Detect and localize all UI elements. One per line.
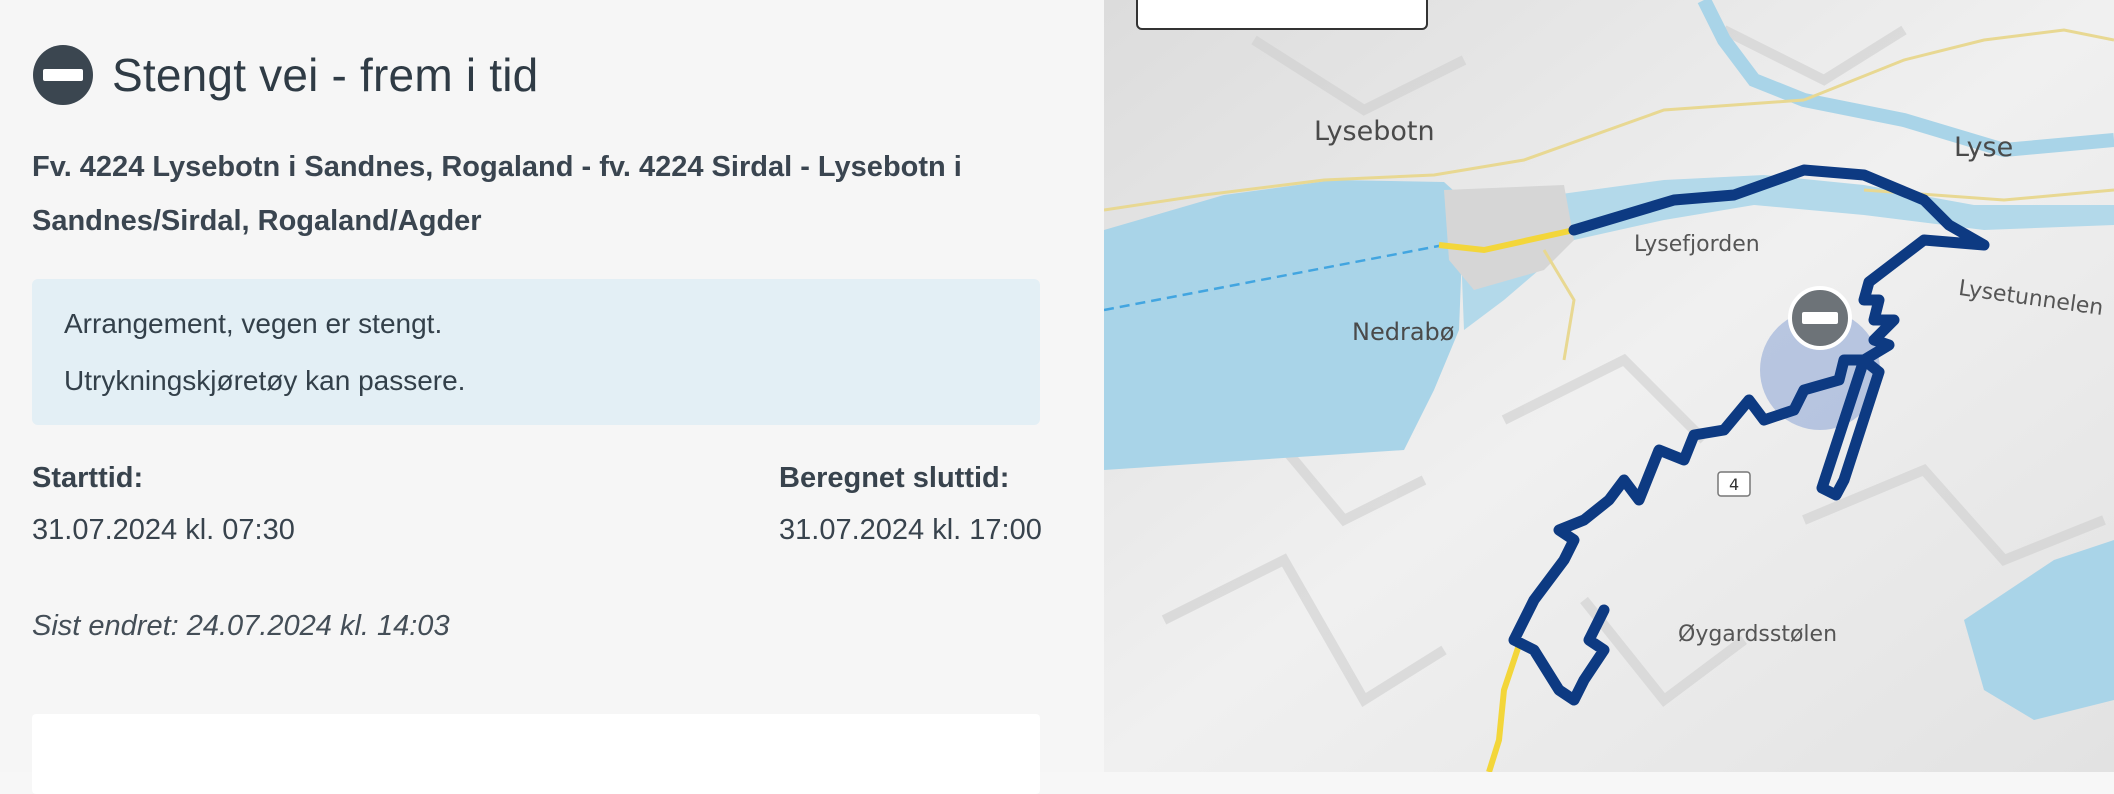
place-label-lysebotn: Lysebotn [1314,116,1435,147]
road-description: Fv. 4224 Lysebotn i Sandnes, Rogaland - … [32,140,1032,248]
title-row: Stengt vei - frem i tid [32,44,538,106]
map-control-button[interactable] [1136,0,1428,30]
start-time-label: Starttid: [32,462,144,494]
end-time-label: Beregnet sluttid: [779,462,1010,494]
end-time-value: 31.07.2024 kl. 17:00 [779,514,1042,546]
map-view[interactable]: Lysebotn Lyse Lysefjorden Lysetunnelen N… [1104,0,2114,772]
place-label-nedrabo: Nedrabø [1352,318,1455,346]
road-line-1: Fv. 4224 Lysebotn i Sandnes, Rogaland - … [32,151,962,183]
no-entry-icon [33,45,93,105]
place-label-lysefjorden: Lysefjorden [1634,232,1760,257]
info-line-1: Arrangement, vegen er stengt. [64,308,443,339]
road-line-2: Sandnes/Sirdal, Rogaland/Agder [32,205,482,237]
map-canvas[interactable] [1104,0,2114,772]
info-panel: Stengt vei - frem i tid Fv. 4224 Lysebot… [0,0,1104,794]
info-box: Arrangement, vegen er stengt. Utryknings… [32,279,1040,425]
start-time-value: 31.07.2024 kl. 07:30 [32,514,295,546]
last-changed: Sist endret: 24.07.2024 kl. 14:03 [32,610,450,642]
info-line-2: Utrykningskjøretøy kan passere. [64,365,466,396]
road-number-label: 4 [1729,475,1740,494]
no-entry-icon[interactable] [1788,286,1852,350]
place-label-lyse: Lyse [1954,132,2014,163]
details-card [32,714,1040,794]
page-title: Stengt vei - frem i tid [112,49,539,101]
place-label-oygardsstolen: Øygardsstølen [1678,622,1838,647]
